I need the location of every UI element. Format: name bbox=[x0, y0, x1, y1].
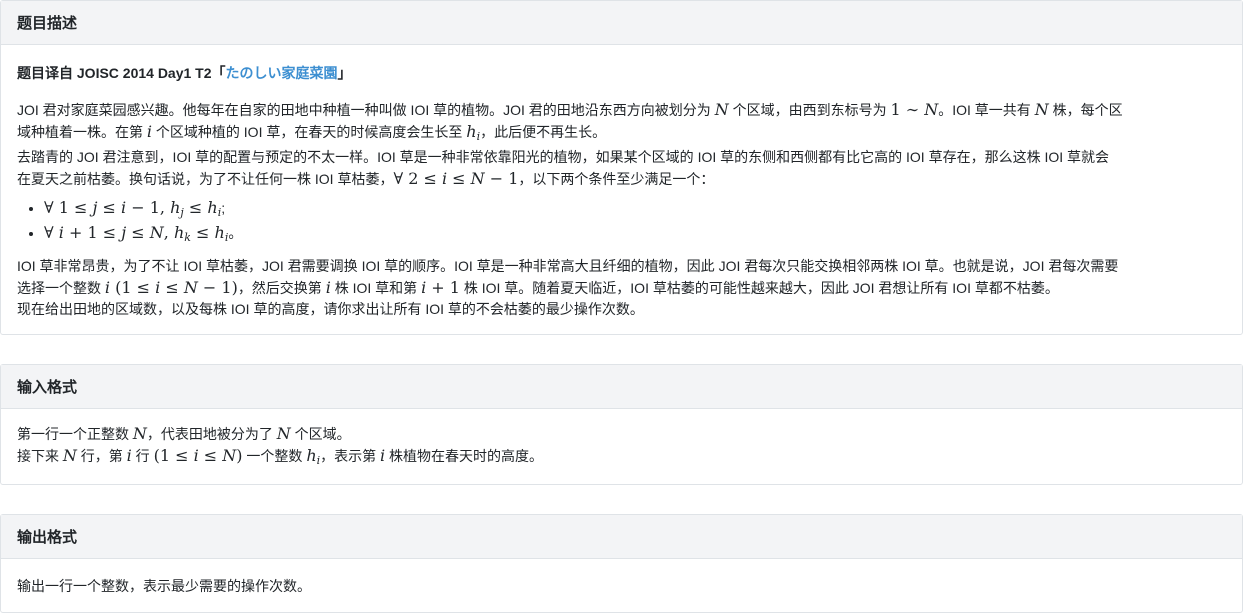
list-item: ∀ i + 1 ≤ j ≤ N, hk ≤ hi。 bbox=[44, 223, 1226, 248]
input-header: 输入格式 bbox=[1, 365, 1242, 409]
conditions-list: ∀ 1 ≤ j ≤ i − 1, hj ≤ hi; ∀ i + 1 ≤ j ≤ … bbox=[17, 198, 1226, 248]
input-card: 输入格式 第一行一个正整数 N，代表田地被分为了 N 个区域。 接下来 N 行，… bbox=[0, 364, 1243, 485]
input-line-2: 接下来 N 行，第 i 行 (1 ≤ i ≤ N) 一个整数 hi，表示第 i … bbox=[17, 446, 544, 467]
description-body: 题目译自 JOISC 2014 Day1 T2「たのしい家庭菜園」 JOI 君对… bbox=[1, 63, 1242, 320]
input-body: 第一行一个正整数 N，代表田地被分为了 N 个区域。 接下来 N 行，第 i 行… bbox=[1, 409, 1242, 471]
description-header: 题目描述 bbox=[1, 1, 1242, 45]
description-text: JOI 君对家庭菜园感兴趣。他每年在自家的田地中种植一种叫做 IOI 草的植物。… bbox=[17, 100, 1123, 188]
output-card: 输出格式 输出一行一个整数，表示最少需要的操作次数。 bbox=[0, 514, 1243, 613]
source-link[interactable]: たのしい家庭菜園 bbox=[226, 65, 338, 81]
list-item: ∀ 1 ≤ j ≤ i − 1, hj ≤ hi; bbox=[44, 198, 1226, 223]
description-card: 题目描述 题目译自 JOISC 2014 Day1 T2「たのしい家庭菜園」 J… bbox=[0, 0, 1243, 335]
output-header: 输出格式 bbox=[1, 515, 1242, 559]
input-line-1: 第一行一个正整数 N，代表田地被分为了 N 个区域。 bbox=[17, 424, 351, 443]
output-line-1: 输出一行一个整数，表示最少需要的操作次数。 bbox=[17, 578, 311, 594]
output-body: 输出一行一个整数，表示最少需要的操作次数。 bbox=[1, 559, 1242, 597]
problem-source: 题目译自 JOISC 2014 Day1 T2「たのしい家庭菜園」 bbox=[17, 65, 352, 81]
description-text-2: IOI 草非常昂贵，为了不让 IOI 草枯萎，JOI 君需要调换 IOI 草的顺… bbox=[17, 258, 1119, 317]
